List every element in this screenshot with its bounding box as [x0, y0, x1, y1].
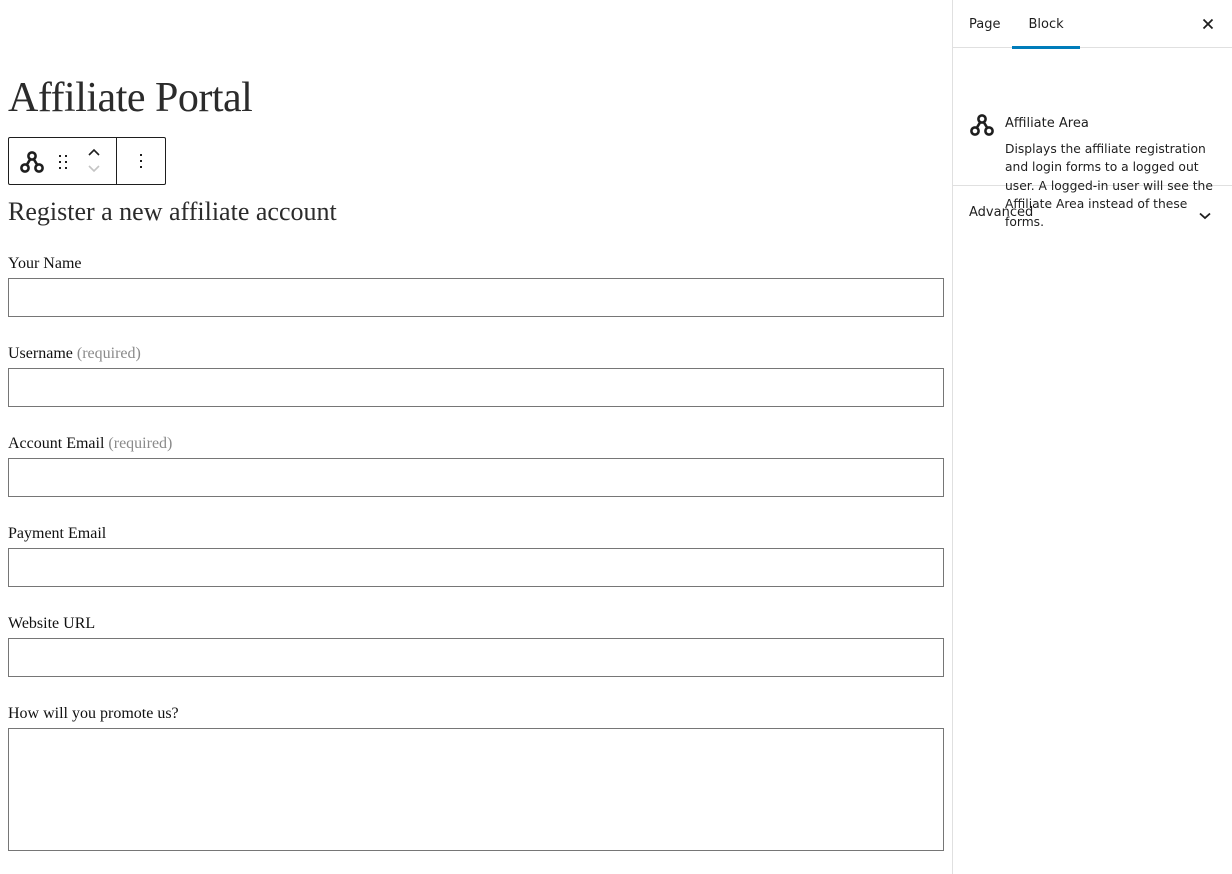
promotion-method-textarea[interactable]: [8, 728, 944, 851]
field-label-text: Account Email: [8, 435, 105, 452]
tab-block[interactable]: Block: [1000, 0, 1080, 49]
field-label-username: Username (required): [8, 344, 141, 364]
required-note: (required): [108, 435, 173, 452]
panel-advanced-title: Advanced: [969, 204, 1034, 220]
more-vertical-icon: [138, 152, 144, 170]
block-toolbar-main-group: [9, 138, 117, 184]
payment-email-input[interactable]: [8, 548, 944, 587]
affiliate-area-icon[interactable]: [19, 149, 45, 175]
block-toolbar: [8, 137, 166, 185]
website-url-input[interactable]: [8, 638, 944, 677]
your-name-input[interactable]: [8, 278, 944, 317]
affiliate-area-icon: [969, 112, 995, 142]
panel-advanced[interactable]: Advanced: [953, 186, 1232, 238]
chevron-down-icon[interactable]: [85, 162, 103, 176]
form-heading: Register a new affiliate account: [8, 197, 337, 226]
chevron-down-icon: [1198, 206, 1212, 220]
settings-sidebar: Page Block Affiliate Area Displays the a…: [952, 0, 1232, 874]
field-label-account-email: Account Email (required): [8, 434, 172, 454]
page-title[interactable]: Affiliate Portal: [8, 72, 253, 124]
drag-handle-icon[interactable]: [56, 153, 70, 171]
required-note: (required): [76, 345, 141, 362]
sidebar-tabs: Page Block: [953, 0, 1232, 49]
field-label-text: Payment Email: [8, 525, 107, 542]
tab-page[interactable]: Page: [953, 0, 1000, 48]
block-options-button[interactable]: [117, 138, 165, 184]
field-label-text: How will you promote us?: [8, 705, 179, 722]
field-label-website-url: Website URL: [8, 614, 95, 634]
editor-canvas: Affiliate Portal Register a new affiliat…: [0, 0, 952, 874]
close-icon[interactable]: [1198, 14, 1218, 34]
field-label-text: Website URL: [8, 615, 96, 632]
field-label-text: Your Name: [8, 255, 82, 272]
field-label-text: Username: [8, 345, 73, 362]
block-card-title: Affiliate Area: [1005, 116, 1089, 131]
field-label-promotion: How will you promote us?: [8, 704, 179, 724]
username-input[interactable]: [8, 368, 944, 407]
field-label-payment-email: Payment Email: [8, 524, 106, 544]
block-card: Affiliate Area Displays the affiliate re…: [953, 48, 1232, 229]
field-label-your-name: Your Name: [8, 254, 81, 274]
account-email-input[interactable]: [8, 458, 944, 497]
chevron-up-icon[interactable]: [85, 145, 103, 159]
